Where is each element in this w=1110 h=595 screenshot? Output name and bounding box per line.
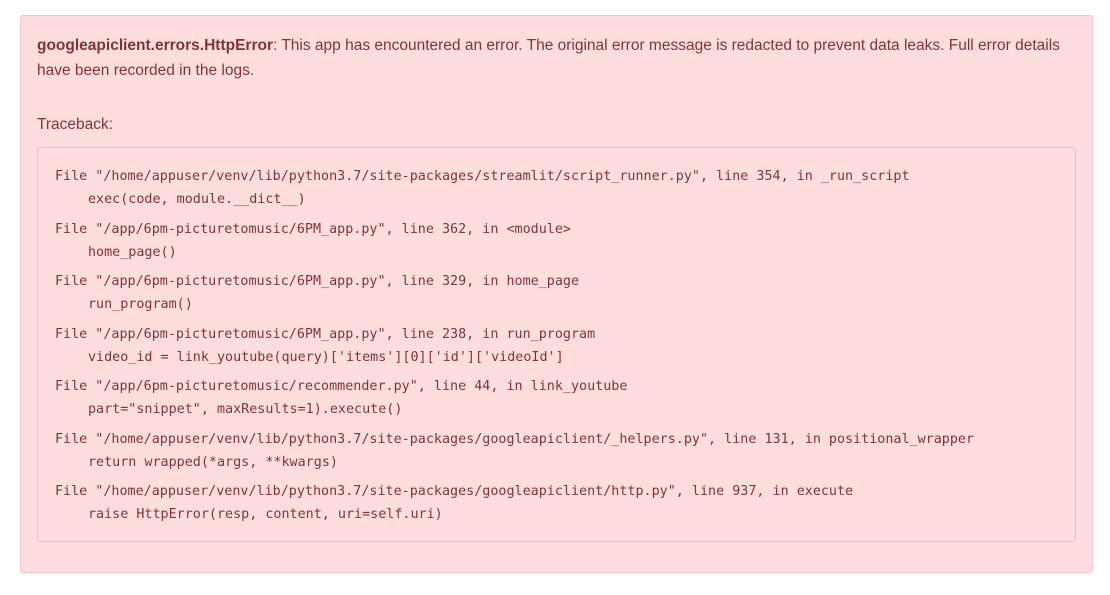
frame-code: exec(code, module.__dict__) <box>88 192 306 207</box>
frame-location: File "/app/6pm-picturetomusic/recommende… <box>55 379 628 394</box>
frame-location: File "/app/6pm-picturetomusic/6PM_app.py… <box>55 274 580 289</box>
frame-code: return wrapped(*args, **kwargs) <box>88 454 338 470</box>
frame-location: File "/home/appuser/venv/lib/python3.7/s… <box>55 484 854 499</box>
exception-type: googleapiclient.errors.HttpError <box>37 37 273 54</box>
frame-code: part="snippet", maxResults=1).execute() <box>88 402 403 417</box>
frame-code: video_id = link_youtube(query)['items'][… <box>88 349 564 365</box>
traceback-frame: File "/app/6pm-picturetomusic/6PM_app.py… <box>55 218 1058 271</box>
error-message: googleapiclient.errors.HttpError: This a… <box>37 33 1076 83</box>
traceback-frame: File "/app/6pm-picturetomusic/recommende… <box>55 375 1058 428</box>
frame-code: raise HttpError(resp, content, uri=self.… <box>88 507 443 522</box>
error-alert: googleapiclient.errors.HttpError: This a… <box>20 15 1093 573</box>
frame-code: home_page() <box>88 244 177 260</box>
frame-location: File "/app/6pm-picturetomusic/6PM_app.py… <box>55 326 596 342</box>
frame-location: File "/home/appuser/venv/lib/python3.7/s… <box>55 431 975 447</box>
traceback-frame: File "/home/appuser/venv/lib/python3.7/s… <box>55 480 1058 533</box>
frame-code: run_program() <box>88 297 193 312</box>
traceback-block: File "/home/appuser/venv/lib/python3.7/s… <box>37 147 1076 542</box>
traceback-frame: File "/home/appuser/venv/lib/python3.7/s… <box>55 428 1058 481</box>
traceback-frame: File "/app/6pm-picturetomusic/6PM_app.py… <box>55 323 1058 376</box>
frame-location: File "/app/6pm-picturetomusic/6PM_app.py… <box>55 221 571 237</box>
frame-location: File "/home/appuser/venv/lib/python3.7/s… <box>55 169 910 184</box>
traceback-frame: File "/home/appuser/venv/lib/python3.7/s… <box>55 165 1058 218</box>
traceback-label: Traceback: <box>37 116 114 133</box>
traceback-frame: File "/app/6pm-picturetomusic/6PM_app.py… <box>55 270 1058 323</box>
